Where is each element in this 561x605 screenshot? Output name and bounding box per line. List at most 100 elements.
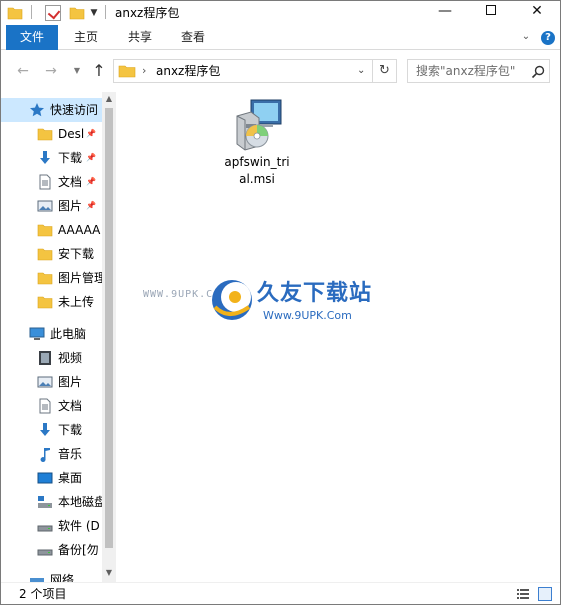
search-input[interactable]: 搜索"anxz程序包" [407, 59, 550, 83]
folder-icon [37, 270, 53, 286]
sidebar-item-4[interactable]: 图片 📌 [1, 194, 103, 218]
sidebar-item-6[interactable]: 安下载 [1, 242, 103, 266]
folder-icon [37, 126, 53, 142]
refresh-icon[interactable]: ↻ [373, 59, 397, 83]
sidebar-item-16[interactable]: 本地磁盘 [1, 490, 103, 514]
sidebar-item-label: 安下载 [58, 247, 95, 261]
sidebar-item-label: 音乐 [58, 447, 83, 461]
properties-checkbox-icon[interactable] [45, 5, 61, 21]
tab-view[interactable]: 查看 [181, 25, 205, 50]
tab-file[interactable]: 文件 [6, 25, 58, 50]
details-view-icon[interactable] [516, 587, 530, 601]
customize-quick-access-chevron-icon[interactable]: ▼ [89, 5, 99, 21]
folder-icon[interactable] [7, 5, 23, 21]
sidebar-item-3[interactable]: 文档 📌 [1, 170, 103, 194]
back-arrow-icon[interactable]: ← [13, 61, 33, 81]
network-icon [29, 572, 45, 582]
sidebar-item-label: 快速访问 [50, 103, 99, 117]
sidebar-item-label: 本地磁盘 [58, 495, 103, 509]
sidebar-item-2[interactable]: 下载 📌 [1, 146, 103, 170]
title-bar: ▼ anxz程序包 — ✕ [1, 1, 560, 25]
explorer-window: ▼ anxz程序包 — ✕ 文件 主页 共享 查看 ⌄ ? ← → ▼ ↑ › … [0, 0, 561, 605]
folder-icon [37, 222, 53, 238]
download-arrow-icon [37, 150, 53, 166]
sidebar-item-label: 图片管理 [58, 271, 103, 285]
breadcrumb[interactable]: anxz程序包 [156, 63, 220, 79]
drive-icon [37, 518, 53, 534]
sidebar-item-18[interactable]: 备份[勿 [1, 538, 103, 562]
sidebar-item-label: 图片 [58, 375, 83, 389]
title-separator [105, 5, 106, 19]
pin-icon: 📌 [86, 177, 96, 186]
navigation-scrollbar[interactable]: ▲ ▼ [102, 92, 116, 582]
sidebar-item-17[interactable]: 软件 (D [1, 514, 103, 538]
msi-installer-icon [236, 99, 282, 151]
folder-icon [37, 246, 53, 262]
file-name: apfswin_tri al.msi [217, 154, 297, 188]
search-placeholder: 搜索"anxz程序包" [416, 64, 516, 78]
maximize-button[interactable] [468, 1, 514, 23]
sidebar-item-9[interactable]: 此电脑 [1, 322, 103, 346]
pictures-icon [37, 374, 53, 390]
sidebar-item-label: AAAAA [58, 223, 101, 237]
address-dropdown-chevron-icon[interactable]: ⌄ [357, 64, 365, 78]
music-icon [37, 446, 53, 463]
ribbon-tabs: 文件 主页 共享 查看 ⌄ ? [1, 25, 560, 50]
tab-share[interactable]: 共享 [128, 25, 152, 50]
watermark-url: Www.9UPK.Com [263, 309, 352, 322]
star-icon [29, 102, 45, 118]
watermark-logo-icon [212, 280, 252, 320]
download-arrow-icon [37, 422, 53, 438]
sidebar-item-14[interactable]: 音乐 [1, 442, 103, 466]
close-button[interactable]: ✕ [514, 1, 560, 23]
sidebar-item-5[interactable]: AAAAA [1, 218, 103, 242]
local-disk-icon [37, 494, 53, 510]
computer-icon [29, 326, 45, 342]
sidebar-item-label: 网络 [50, 573, 75, 582]
sidebar-item-1[interactable]: Desl 📌 [1, 122, 103, 146]
window-title: anxz程序包 [115, 6, 180, 20]
sidebar-item-10[interactable]: 视频 [1, 346, 103, 370]
expand-ribbon-chevron-icon[interactable]: ⌄ [519, 30, 533, 44]
minimize-button[interactable]: — [422, 1, 468, 23]
navigation-pane: 快速访问 Desl 📌 下载 📌 文档 📌 图片 📌 AAAAA 安下载 图片管理 未上传 此电脑 视频 图片… [1, 92, 116, 582]
sidebar-item-19[interactable]: 网络 [1, 568, 103, 582]
up-arrow-icon[interactable]: ↑ [89, 61, 109, 81]
sidebar-item-7[interactable]: 图片管理 [1, 266, 103, 290]
large-icons-view-icon[interactable] [538, 587, 552, 601]
forward-arrow-icon[interactable]: → [41, 61, 61, 81]
sidebar-item-label: 桌面 [58, 471, 83, 485]
drive-icon [37, 542, 53, 558]
sidebar-item-13[interactable]: 下载 [1, 418, 103, 442]
sidebar-item-0[interactable]: 快速访问 [1, 98, 103, 122]
help-icon[interactable]: ? [541, 31, 555, 45]
file-item[interactable]: apfswin_tri al.msi [217, 98, 297, 190]
sidebar-item-15[interactable]: 桌面 [1, 466, 103, 490]
file-name-line-2: al.msi [239, 172, 275, 186]
scrollbar-thumb[interactable] [105, 108, 113, 548]
scroll-down-arrow-icon[interactable]: ▼ [102, 566, 116, 580]
pin-icon: 📌 [86, 153, 96, 162]
document-icon [37, 398, 53, 414]
pictures-icon [37, 198, 53, 214]
sidebar-item-12[interactable]: 文档 [1, 394, 103, 418]
address-bar[interactable]: › anxz程序包 ⌄ [113, 59, 373, 83]
status-bar: 2 个项目 [1, 582, 560, 604]
sidebar-item-label: 未上传 [58, 295, 95, 309]
recent-locations-chevron-icon[interactable]: ▼ [67, 61, 87, 81]
new-folder-icon[interactable] [69, 5, 85, 21]
tab-home[interactable]: 主页 [74, 25, 98, 50]
folder-icon [118, 65, 136, 78]
pin-icon: 📌 [86, 201, 96, 210]
scroll-up-arrow-icon[interactable]: ▲ [102, 92, 116, 106]
pin-icon: 📌 [86, 129, 96, 138]
quick-access-separator [31, 5, 32, 19]
sidebar-item-11[interactable]: 图片 [1, 370, 103, 394]
breadcrumb-chevron-icon[interactable]: › [142, 63, 146, 79]
sidebar-item-8[interactable]: 未上传 [1, 290, 103, 314]
sidebar-item-label: Desl [58, 127, 85, 141]
search-icon[interactable] [530, 64, 546, 80]
folder-icon [37, 294, 53, 310]
file-list-area[interactable]: apfswin_tri al.msi WWW.9UPK.COM 久友下载站 Ww… [117, 92, 560, 582]
watermark: WWW.9UPK.COM 久友下载站 Www.9UPK.Com [143, 267, 403, 337]
